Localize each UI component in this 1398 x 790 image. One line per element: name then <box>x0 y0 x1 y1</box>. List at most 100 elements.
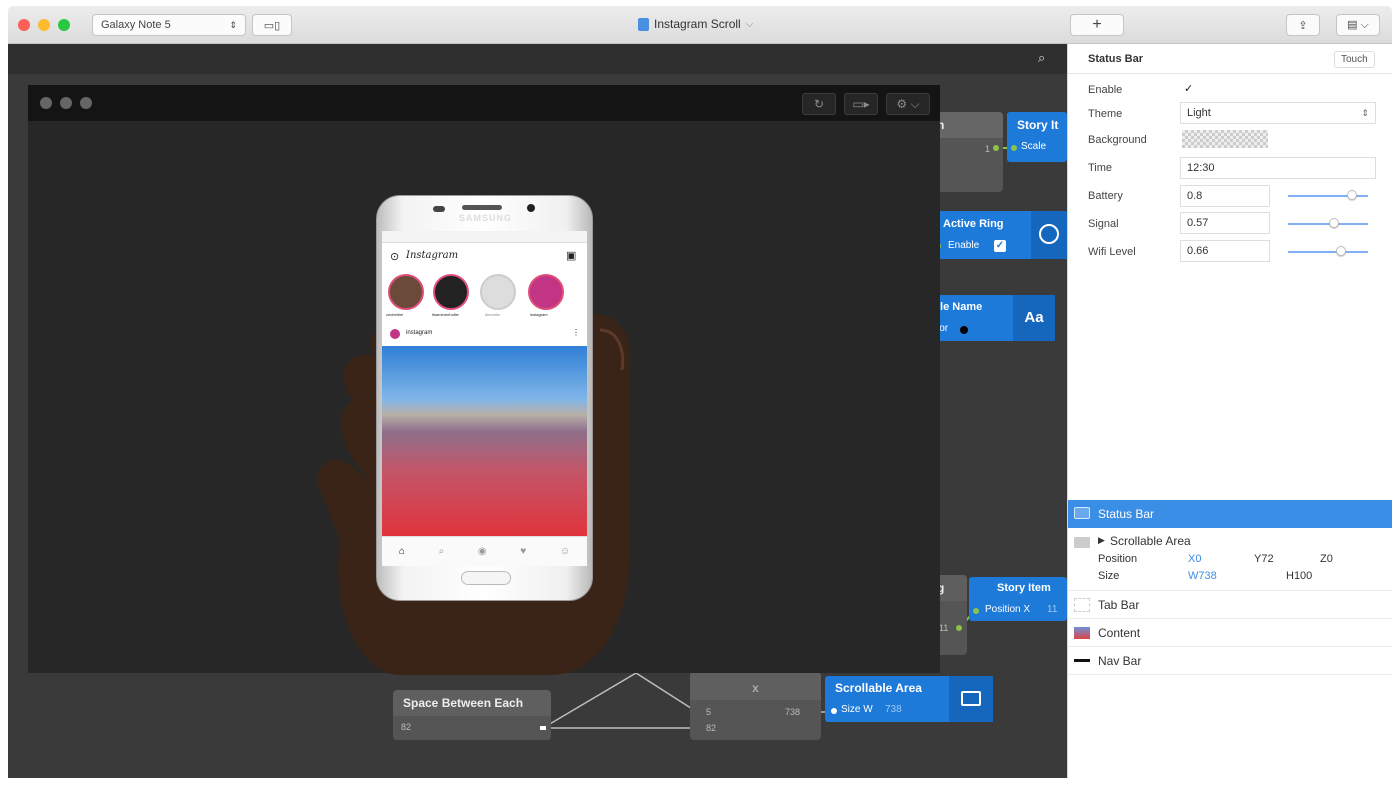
theme-value: Light <box>1187 107 1211 119</box>
more-icon[interactable]: ⋮ <box>572 328 580 337</box>
circle-icon <box>1039 224 1059 244</box>
wifi-label: Wifi Level <box>1088 246 1136 258</box>
input-value-1: 5 <box>706 707 712 717</box>
position-x-label: Position X <box>985 604 1031 615</box>
story-avatar[interactable] <box>388 274 424 310</box>
wifi-value: 0.66 <box>1187 245 1209 257</box>
search-icon[interactable]: ⌕ <box>439 546 445 557</box>
node-output-value: 1 <box>985 144 991 154</box>
scale-port-label: Scale <box>1021 141 1047 152</box>
position-z-value[interactable]: Z0 <box>1320 553 1333 565</box>
share-button[interactable]: ⇪ <box>1286 14 1320 36</box>
select-arrows-icon: ⇕ <box>1361 108 1369 118</box>
battery-value: 0.8 <box>1187 190 1203 202</box>
layout-icon: ▤ ⌵ <box>1347 19 1369 31</box>
share-icon: ⇪ <box>1298 19 1308 32</box>
tab-bar: ⌂ ⌕ ◉ ♥ ☺ <box>382 536 587 566</box>
wifi-slider-knob[interactable] <box>1335 246 1346 256</box>
scrollable-area-layer-node[interactable]: Scrollable Area Size W 738 <box>825 676 993 722</box>
position-x-value: 11 <box>1047 604 1058 615</box>
wifi-field[interactable]: 0.66 <box>1180 240 1270 262</box>
plus-icon: + <box>1092 16 1102 33</box>
size-w-label: Size W <box>841 704 873 715</box>
layer-label: Scrollable Area <box>1110 534 1191 548</box>
layer-label: Nav Bar <box>1098 654 1142 668</box>
preview-zoom-button[interactable] <box>80 97 92 109</box>
story-avatar[interactable] <box>433 274 469 310</box>
refresh-icon: ↻ <box>813 97 825 111</box>
post-avatar <box>390 329 400 339</box>
enable-checkbox[interactable]: ✓ <box>1184 82 1193 95</box>
theme-select[interactable]: Light ⇕ <box>1180 102 1376 124</box>
layer-item-scrollable-area[interactable]: ▶ Scrollable Area Position X0 Y72 Z0 Siz… <box>1068 529 1392 591</box>
time-value: 12:30 <box>1187 162 1215 174</box>
sensor-icon <box>433 206 445 212</box>
layout-toggle-button[interactable]: ▤ ⌵ <box>1336 14 1380 36</box>
layer-thumb <box>949 676 993 722</box>
background-color-swatch[interactable] <box>1182 130 1268 148</box>
preview-minimize-button[interactable] <box>60 97 72 109</box>
folder-icon <box>1074 537 1090 548</box>
heart-icon[interactable]: ♥ <box>520 546 526 557</box>
enable-checkbox[interactable]: ✓ <box>994 240 1006 252</box>
app-title: Instagram <box>406 250 459 261</box>
output-port[interactable] <box>540 726 546 730</box>
speaker-icon <box>462 205 502 210</box>
output-value: 738 <box>785 707 801 717</box>
signal-label: Signal <box>1088 218 1119 230</box>
record-button[interactable]: ▭▸ <box>844 93 878 115</box>
size-w-value[interactable]: W738 <box>1188 570 1217 582</box>
time-field[interactable]: 12:30 <box>1180 157 1376 179</box>
add-button[interactable]: + <box>1070 14 1124 36</box>
camera-icon: ⊙ <box>390 251 400 263</box>
profile-icon[interactable]: ☺ <box>560 546 570 557</box>
layer-item-status-bar[interactable]: Status Bar <box>1068 500 1392 528</box>
phone-screen[interactable]: ⊙ Instagram ▣ cecbettini itsamemehollie … <box>382 231 587 566</box>
home-icon[interactable]: ⌂ <box>399 546 405 557</box>
home-button <box>461 571 511 585</box>
tab-bar-icon <box>1074 598 1090 612</box>
scale-input-port[interactable] <box>1011 145 1017 151</box>
camera-icon[interactable]: ◉ <box>478 546 487 557</box>
disclosure-triangle-icon[interactable]: ▶ <box>1098 535 1105 546</box>
position-y-value[interactable]: Y72 <box>1254 553 1274 565</box>
image-icon <box>1074 627 1090 639</box>
inspector-panel: Status Bar Touch Enable ✓ Theme Light ⇕ … <box>1067 44 1392 778</box>
story-name: cecbettini <box>386 312 403 317</box>
theme-label: Theme <box>1088 108 1123 120</box>
story-name: instagram <box>530 312 548 317</box>
file-name-layer-node[interactable]: ile Name lor Aa <box>935 295 1055 341</box>
size-label: Size <box>1098 570 1120 582</box>
touch-button[interactable]: Touch <box>1334 51 1375 68</box>
size-w-input-port[interactable] <box>831 708 837 714</box>
wifi-slider[interactable] <box>1288 251 1368 253</box>
refresh-button[interactable]: ↻ <box>802 93 836 115</box>
phone-brand: SAMSUNG <box>458 213 512 223</box>
layer-item-nav-bar[interactable]: Nav Bar <box>1068 647 1392 675</box>
position-x-value[interactable]: X0 <box>1188 553 1201 565</box>
layer-item-tab-bar[interactable]: Tab Bar <box>1068 591 1392 619</box>
battery-field[interactable]: 0.8 <box>1180 185 1270 207</box>
signal-slider-knob[interactable] <box>1328 218 1339 228</box>
layer-item-content[interactable]: Content <box>1068 619 1392 647</box>
color-swatch[interactable] <box>960 326 968 334</box>
story-item-layer-node[interactable]: Story It Scale <box>1007 112 1067 162</box>
output-port[interactable] <box>956 625 962 631</box>
story-avatar[interactable] <box>528 274 564 310</box>
space-between-each-node[interactable]: Space Between Each 82 <box>393 690 551 740</box>
story-item-layer-node-2[interactable]: Story Item Position X 11 <box>969 577 1067 621</box>
multiply-patch-node[interactable]: x 5 82 738 <box>690 672 821 740</box>
battery-slider-knob[interactable] <box>1347 190 1357 200</box>
position-x-input-port[interactable] <box>973 608 979 614</box>
operator-label: x <box>752 681 759 695</box>
preview-close-button[interactable] <box>40 97 52 109</box>
signal-field[interactable]: 0.57 <box>1180 212 1270 234</box>
signal-slider[interactable] <box>1288 223 1368 225</box>
input-value-2: 82 <box>706 723 717 733</box>
story-avatar[interactable] <box>480 274 516 310</box>
inspector-title: Status Bar <box>1088 53 1144 65</box>
output-port[interactable] <box>993 145 999 151</box>
preview-settings-button[interactable]: ⚙ ⌵ <box>886 93 930 115</box>
size-h-value[interactable]: H100 <box>1286 570 1312 582</box>
active-ring-layer-node[interactable]: Active Ring Enable ✓ <box>935 211 1067 259</box>
